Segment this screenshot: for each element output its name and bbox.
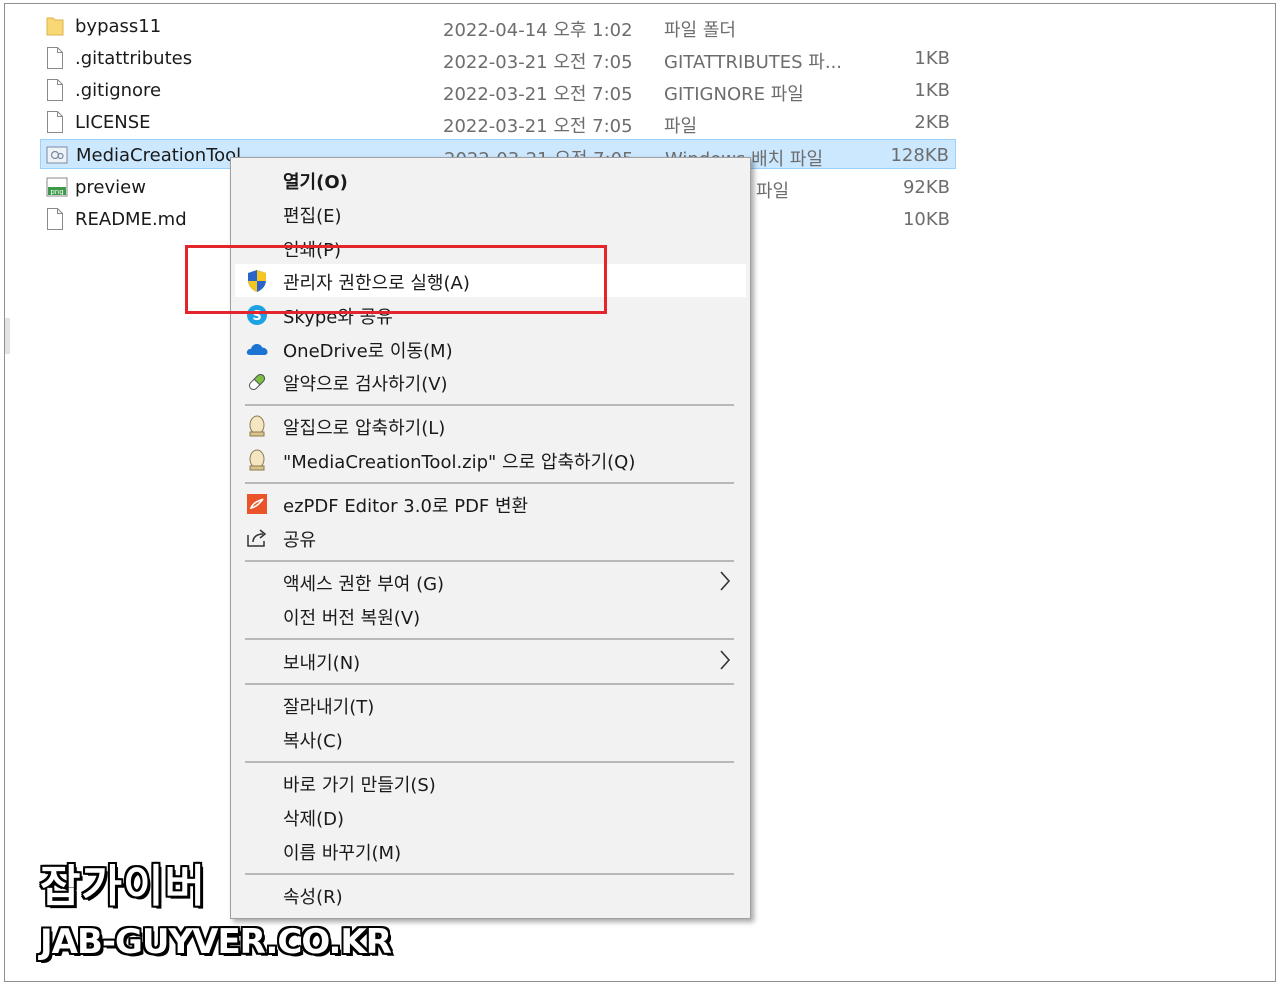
file-icon bbox=[47, 47, 63, 69]
menu-separator bbox=[245, 638, 734, 640]
menu-item-restore-previous[interactable]: 이전 버전 복원(V) bbox=[235, 599, 746, 632]
menu-separator bbox=[245, 761, 734, 763]
menu-label: 바로 가기 만들기(S) bbox=[283, 775, 436, 796]
watermark-site: JAB-GUYVER.CO.KR bbox=[40, 922, 392, 962]
menu-item-send-to[interactable]: 보내기(N) bbox=[235, 644, 746, 677]
menu-item-ezpdf-convert[interactable]: ezPDF Editor 3.0로 PDF 변환 bbox=[235, 487, 746, 520]
onedrive-cloud-icon bbox=[246, 344, 268, 355]
menu-item-open[interactable]: 열기(O) bbox=[235, 163, 746, 196]
file-name: README.md bbox=[75, 209, 187, 230]
menu-label: 액세스 권한 부여 (G) bbox=[283, 574, 445, 595]
menu-label: 알집으로 압축하기(L) bbox=[283, 418, 446, 439]
menu-separator bbox=[245, 404, 734, 406]
batch-file-icon bbox=[46, 146, 68, 164]
menu-label: 편집(E) bbox=[283, 206, 342, 227]
file-name: preview bbox=[75, 177, 146, 198]
menu-label: 열기(O) bbox=[283, 172, 348, 193]
file-name: LICENSE bbox=[75, 112, 151, 133]
menu-item-grant-access[interactable]: 액세스 권한 부여 (G) bbox=[235, 565, 746, 598]
menu-label: "MediaCreationTool.zip" 으로 압축하기(Q) bbox=[283, 452, 636, 473]
file-size: 1KB bbox=[914, 48, 950, 69]
file-icon bbox=[47, 111, 63, 133]
file-type: 파일 bbox=[664, 116, 698, 137]
file-icon bbox=[47, 208, 63, 230]
alzip-egg-icon bbox=[249, 449, 265, 471]
pill-icon bbox=[248, 373, 266, 391]
file-row-gitignore[interactable]: .gitignore 2022-03-21 오전 7:05 GITIGNORE … bbox=[40, 75, 956, 105]
file-date: 2022-03-21 오전 7:05 bbox=[443, 84, 633, 105]
menu-label: 이전 버전 복원(V) bbox=[283, 608, 421, 629]
file-date: 2022-03-21 오전 7:05 bbox=[443, 116, 633, 137]
menu-item-cut[interactable]: 잘라내기(T) bbox=[235, 688, 746, 721]
file-name: MediaCreationTool bbox=[76, 145, 242, 166]
window-edge-marker bbox=[5, 318, 10, 354]
chevron-right-icon bbox=[720, 571, 731, 591]
file-size: 1KB bbox=[914, 80, 950, 101]
svg-text:png: png bbox=[50, 188, 63, 196]
menu-item-delete[interactable]: 삭제(D) bbox=[235, 800, 746, 833]
file-row-bypass11[interactable]: bypass11 2022-04-14 오후 1:02 파일 폴더 bbox=[40, 11, 956, 41]
file-type: 파일 bbox=[756, 181, 790, 202]
menu-label: OneDrive로 이동(M) bbox=[283, 341, 453, 362]
file-size: 128KB bbox=[890, 145, 949, 166]
watermark-name: 잡가이버 bbox=[40, 861, 206, 912]
menu-item-alyac-scan[interactable]: 알약으로 검사하기(V) bbox=[235, 365, 746, 398]
file-size: 2KB bbox=[914, 112, 950, 133]
file-row-gitattributes[interactable]: .gitattributes 2022-03-21 오전 7:05 GITATT… bbox=[40, 43, 956, 73]
menu-item-alzip-compress[interactable]: 알집으로 압축하기(L) bbox=[235, 409, 746, 442]
menu-separator bbox=[245, 683, 734, 685]
file-row-license[interactable]: LICENSE 2022-03-21 오전 7:05 파일 2KB bbox=[40, 107, 956, 137]
menu-label: 복사(C) bbox=[283, 731, 343, 752]
file-name: bypass11 bbox=[75, 16, 162, 37]
menu-label: 알약으로 검사하기(V) bbox=[283, 374, 448, 395]
menu-label: 공유 bbox=[283, 530, 317, 551]
file-size: 92KB bbox=[902, 177, 950, 198]
chevron-right-icon bbox=[720, 650, 731, 670]
file-type: 파일 폴더 bbox=[664, 20, 736, 41]
png-file-icon: png bbox=[46, 177, 68, 197]
menu-label: 보내기(N) bbox=[283, 653, 361, 674]
file-date: 2022-03-21 오전 7:05 bbox=[443, 52, 633, 73]
share-icon bbox=[247, 529, 267, 547]
menu-label: ezPDF Editor 3.0로 PDF 변환 bbox=[283, 496, 529, 517]
menu-item-onedrive-move[interactable]: OneDrive로 이동(M) bbox=[235, 332, 746, 365]
file-type: GITATTRIBUTES 파... bbox=[664, 52, 843, 73]
menu-item-copy[interactable]: 복사(C) bbox=[235, 722, 746, 755]
ezpdf-icon bbox=[247, 494, 267, 514]
alzip-egg-icon bbox=[249, 415, 265, 437]
file-date: 2022-04-14 오후 1:02 bbox=[443, 20, 633, 41]
highlight-annotation-box bbox=[185, 245, 607, 314]
file-icon bbox=[47, 79, 63, 101]
menu-label: 잘라내기(T) bbox=[283, 697, 375, 718]
menu-item-alzip-compress-named[interactable]: "MediaCreationTool.zip" 으로 압축하기(Q) bbox=[235, 443, 746, 476]
menu-separator bbox=[245, 560, 734, 562]
file-name: .gitattributes bbox=[75, 48, 193, 69]
menu-item-create-shortcut[interactable]: 바로 가기 만들기(S) bbox=[235, 766, 746, 799]
menu-label: 삭제(D) bbox=[283, 809, 345, 830]
file-size: 10KB bbox=[902, 209, 950, 230]
menu-item-edit[interactable]: 편집(E) bbox=[235, 197, 746, 230]
menu-separator bbox=[245, 482, 734, 484]
file-type: GITIGNORE 파일 bbox=[664, 84, 804, 105]
folder-icon bbox=[46, 17, 64, 36]
file-name: .gitignore bbox=[75, 80, 162, 101]
menu-item-share[interactable]: 공유 bbox=[235, 521, 746, 554]
watermark: 잡가이버 JAB-GUYVER.CO.KR bbox=[40, 861, 392, 964]
